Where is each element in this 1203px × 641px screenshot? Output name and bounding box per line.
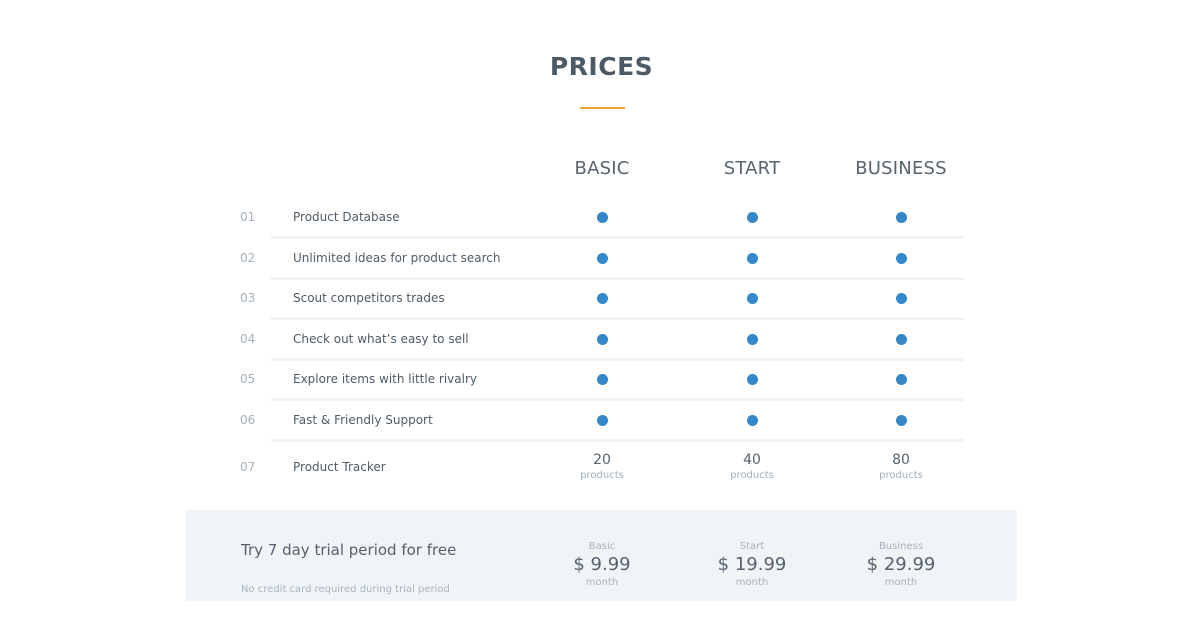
included-dot-icon xyxy=(596,253,608,264)
included-dot-icon xyxy=(746,293,758,304)
feature-label: Unlimited ideas for product search xyxy=(293,251,501,265)
included-dot-icon xyxy=(596,374,608,385)
tracker-unit: products xyxy=(879,470,923,481)
feature-label: Explore items with little rivalry xyxy=(293,372,477,386)
pricing-page: PRICES BASIC START BUSINESS 01 Product Da… xyxy=(0,0,1203,641)
tracker-qty-basic: 20 products xyxy=(552,452,652,483)
feature-number: 06 xyxy=(240,413,256,427)
price-plan-name: Basic xyxy=(588,541,616,552)
feature-number: 02 xyxy=(240,251,256,265)
feature-row: 05 Explore items with little rivalry xyxy=(0,359,1203,399)
price-value: $ 29.99 xyxy=(866,554,936,575)
feature-row: 03 Scout competitors trades xyxy=(0,278,1203,318)
price-business[interactable]: Business $ 29.99 month xyxy=(836,540,966,590)
feature-number: 07 xyxy=(240,460,256,474)
price-period: month xyxy=(735,577,769,588)
trial-title: Try 7 day trial period for free xyxy=(241,541,457,559)
tracker-qty-business: 80 products xyxy=(851,452,951,483)
feature-row: 01 Product Database xyxy=(0,197,1203,237)
price-basic[interactable]: Basic $ 9.99 month xyxy=(537,540,667,590)
included-dot-icon xyxy=(746,212,758,223)
feature-number: 05 xyxy=(240,372,256,386)
included-dot-icon xyxy=(596,334,608,345)
price-value: $ 9.99 xyxy=(573,554,631,575)
included-dot-icon xyxy=(746,253,758,264)
price-period: month xyxy=(884,577,918,588)
feature-label: Fast & Friendly Support xyxy=(293,413,433,427)
row-divider xyxy=(271,439,964,442)
price-plan-name: Start xyxy=(739,541,765,552)
feature-number: 01 xyxy=(240,210,256,224)
plan-header-business: BUSINESS xyxy=(855,158,947,179)
trial-footer: Try 7 day trial period for free No credi… xyxy=(186,510,1017,601)
feature-number: 04 xyxy=(240,332,256,346)
trial-note: No credit card required during trial per… xyxy=(241,584,450,595)
plan-header-basic: BASIC xyxy=(574,158,630,179)
tracker-qty-start: 40 products xyxy=(702,452,802,483)
included-dot-icon xyxy=(596,415,608,426)
tracker-unit: products xyxy=(580,470,624,481)
tracker-amount: 40 xyxy=(743,452,761,468)
feature-label: Product Tracker xyxy=(293,460,386,474)
feature-number: 03 xyxy=(240,291,256,305)
feature-row: 02 Unlimited ideas for product search xyxy=(0,238,1203,278)
page-title: PRICES xyxy=(549,52,654,81)
included-dot-icon xyxy=(895,253,907,264)
tracker-unit: products xyxy=(730,470,774,481)
feature-label: Scout competitors trades xyxy=(293,291,445,305)
included-dot-icon xyxy=(596,293,608,304)
title-underline xyxy=(580,107,625,109)
included-dot-icon xyxy=(895,415,907,426)
feature-label: Check out what’s easy to sell xyxy=(293,332,469,346)
included-dot-icon xyxy=(895,374,907,385)
feature-label: Product Database xyxy=(293,210,400,224)
tracker-amount: 20 xyxy=(593,452,611,468)
included-dot-icon xyxy=(746,415,758,426)
included-dot-icon xyxy=(895,212,907,223)
price-start[interactable]: Start $ 19.99 month xyxy=(687,540,817,590)
feature-row: 06 Fast & Friendly Support xyxy=(0,400,1203,440)
price-period: month xyxy=(585,577,619,588)
included-dot-icon xyxy=(746,374,758,385)
price-value: $ 19.99 xyxy=(717,554,787,575)
plan-header-start: START xyxy=(723,158,781,179)
price-plan-name: Business xyxy=(878,541,924,552)
included-dot-icon xyxy=(746,334,758,345)
included-dot-icon xyxy=(895,334,907,345)
included-dot-icon xyxy=(895,293,907,304)
tracker-amount: 80 xyxy=(892,452,910,468)
included-dot-icon xyxy=(596,212,608,223)
feature-row: 04 Check out what’s easy to sell xyxy=(0,319,1203,359)
